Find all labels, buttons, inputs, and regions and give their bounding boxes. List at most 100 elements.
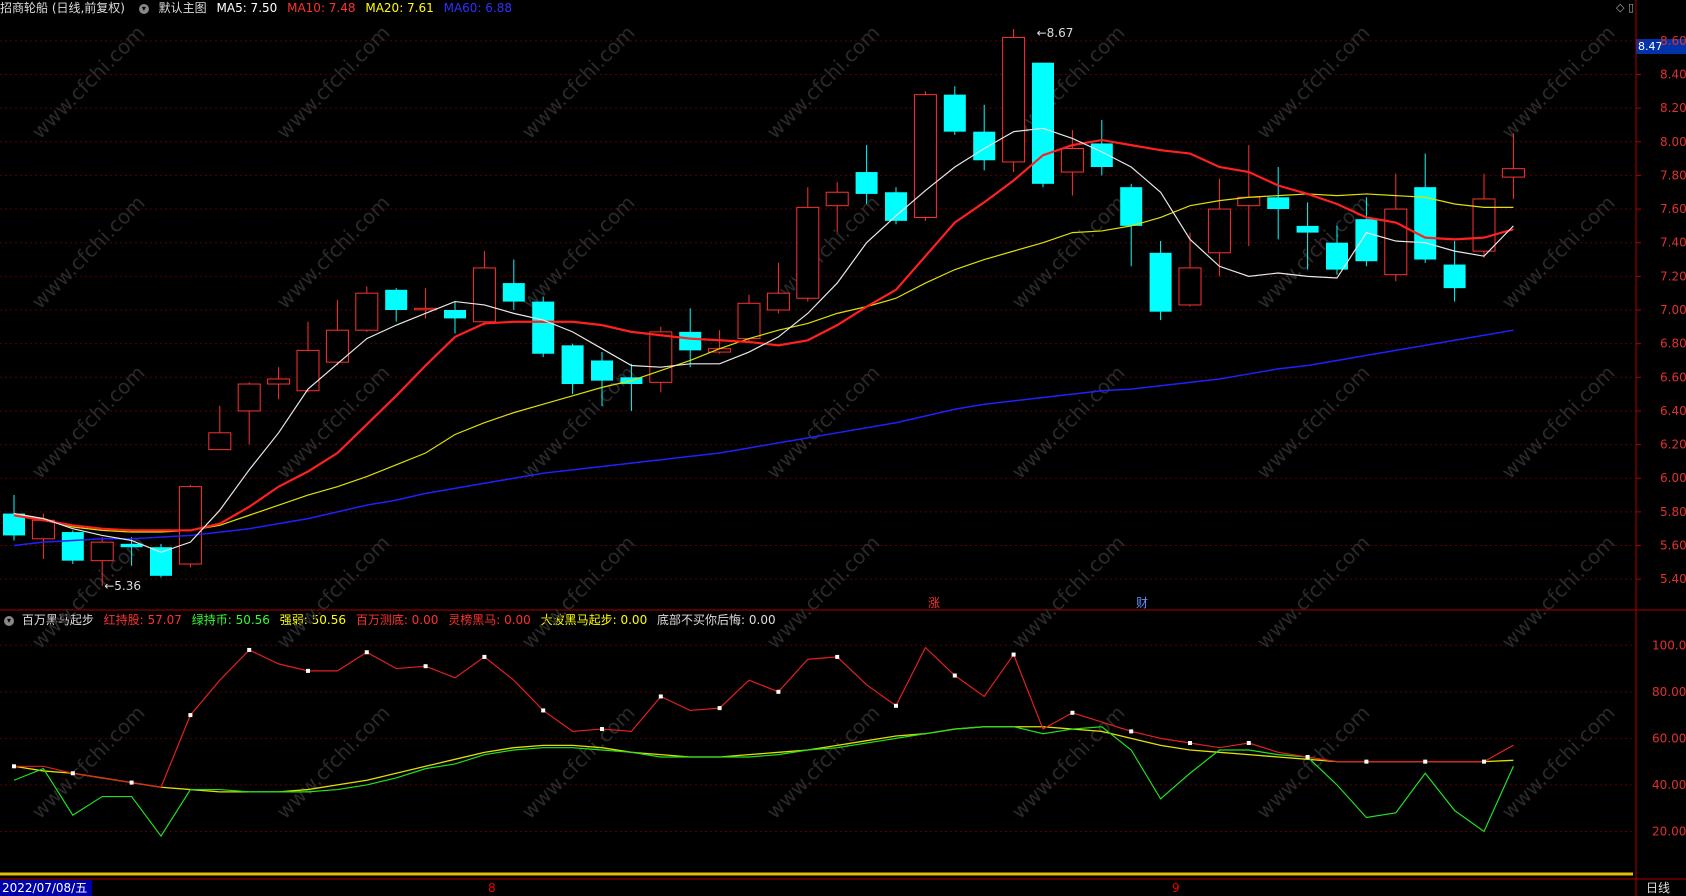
- indicator-tick-label: 20.00: [1652, 824, 1686, 838]
- candle-body: [1355, 219, 1378, 262]
- indicator-dot: [600, 727, 604, 732]
- price-tick-label: 6.00: [1660, 471, 1686, 485]
- candle-body: [766, 292, 790, 311]
- candle-body: [444, 310, 466, 319]
- indicator-dot: [70, 771, 75, 776]
- indicator-dot: [1305, 754, 1310, 759]
- candle-body: [1060, 147, 1084, 173]
- watermark-text: www.cfchi.com: [27, 21, 150, 144]
- price-tick-label: 7.20: [1660, 269, 1686, 283]
- indicator-dot: [658, 694, 663, 699]
- candle-body: [150, 547, 172, 576]
- candle-body: [414, 307, 438, 311]
- candle-body: [649, 331, 673, 383]
- candle-body: [120, 543, 143, 548]
- watermark-text: www.cfchi.com: [272, 21, 395, 144]
- candle-body: [267, 378, 291, 385]
- price-tick-label: 7.80: [1660, 168, 1686, 182]
- current-date: 2022/07/08/五: [0, 880, 92, 896]
- indicator-dot: [894, 703, 898, 708]
- red-line: [14, 646, 1514, 788]
- indicator-dot: [1129, 729, 1134, 734]
- price-tick-label: 6.60: [1660, 370, 1686, 384]
- ma5-line: [13, 127, 1514, 553]
- indicator-dot: [1188, 741, 1192, 746]
- indicator-dot: [952, 673, 957, 678]
- candle-body: [679, 331, 702, 351]
- candle-body: [913, 94, 937, 218]
- candle-body: [1120, 187, 1143, 226]
- watermark-text: www.cfchi.com: [272, 701, 395, 824]
- indicator-dot: [1246, 741, 1251, 746]
- indicator-dot: [247, 647, 252, 652]
- candle-body: [855, 172, 878, 194]
- indicator-dot: [776, 689, 781, 694]
- low-price-label: ←5.36: [104, 579, 141, 593]
- candle-body: [385, 289, 408, 310]
- watermark-text: www.cfchi.com: [1497, 21, 1620, 144]
- candle-body: [178, 486, 202, 565]
- month-label-aug: 8: [488, 881, 496, 895]
- candle-body: [237, 383, 261, 412]
- candle-body: [561, 345, 584, 385]
- candle-body: [1414, 187, 1437, 260]
- period-label[interactable]: 日线: [1646, 880, 1670, 896]
- candle-body: [973, 131, 996, 161]
- price-tick-label: 8.60: [1660, 34, 1686, 48]
- watermark-text: www.cfchi.com: [517, 531, 640, 654]
- watermark-text: www.cfchi.com: [762, 361, 885, 484]
- candle-body: [532, 301, 555, 354]
- candle-body: [1501, 168, 1525, 178]
- indicator-dot: [541, 708, 546, 713]
- month-label-sep: 9: [1172, 881, 1180, 895]
- candle-body: [737, 302, 761, 340]
- candle-body: [1178, 267, 1202, 306]
- candle-body: [208, 432, 232, 451]
- price-tick-label: 6.40: [1660, 404, 1686, 418]
- indicator-tick-label: 60.00: [1652, 731, 1686, 745]
- indicator-dot: [1482, 759, 1486, 764]
- candle-body: [90, 541, 114, 562]
- watermark-text: www.cfchi.com: [517, 21, 640, 144]
- indicator-dot: [306, 668, 310, 673]
- price-tick-label: 6.20: [1660, 438, 1686, 452]
- watermark-text: www.cfchi.com: [1497, 701, 1620, 824]
- watermark-text: www.cfchi.com: [1252, 531, 1375, 654]
- indicator-dot: [835, 654, 840, 659]
- candle-body: [943, 94, 966, 132]
- watermark-text: www.cfchi.com: [272, 531, 395, 654]
- price-tick-label: 8.20: [1660, 101, 1686, 115]
- indicator-tick-label: 80.00: [1652, 685, 1686, 699]
- price-tick-label: 5.80: [1660, 505, 1686, 519]
- candle-body: [1296, 225, 1319, 233]
- candle-body: [502, 283, 525, 302]
- price-tick-label: 5.40: [1660, 572, 1686, 586]
- watermark-text: www.cfchi.com: [1007, 361, 1130, 484]
- candle-body: [1267, 197, 1290, 210]
- chart-canvas[interactable]: 8.60 8.40 8.20 8.00 7.80 7.60 7.40 7.20 7.00 6.80…: [0, 0, 1686, 896]
- indicator-dot: [129, 780, 134, 785]
- candle-body: [591, 360, 613, 381]
- indicator-tick-label: 100.00: [1652, 638, 1686, 652]
- price-tick-label: 5.60: [1660, 539, 1686, 553]
- watermark-text: www.cfchi.com: [762, 531, 885, 654]
- high-price-label: ←8.67: [1037, 26, 1074, 40]
- indicator-dot: [717, 706, 722, 711]
- candle-body: [1149, 252, 1172, 312]
- candle-body: [296, 349, 320, 392]
- candle-body: [1207, 208, 1231, 254]
- indicator-dot: [1070, 710, 1075, 715]
- indicator-dot: [1011, 652, 1016, 657]
- price-tick-label: 7.00: [1660, 303, 1686, 317]
- watermark-text: www.cfchi.com: [1497, 361, 1620, 484]
- indicator-dot: [1364, 759, 1369, 764]
- candle-body: [472, 267, 496, 323]
- indicator-tick-label: 40.00: [1652, 778, 1686, 792]
- candle-body: [355, 292, 379, 331]
- watermark-text: www.cfchi.com: [1007, 531, 1130, 654]
- watermark-text: www.cfchi.com: [1007, 701, 1130, 824]
- indicator-dot: [482, 654, 487, 659]
- candle-body: [825, 191, 849, 207]
- candle-body: [31, 519, 55, 540]
- price-tick-label: 6.80: [1660, 337, 1686, 351]
